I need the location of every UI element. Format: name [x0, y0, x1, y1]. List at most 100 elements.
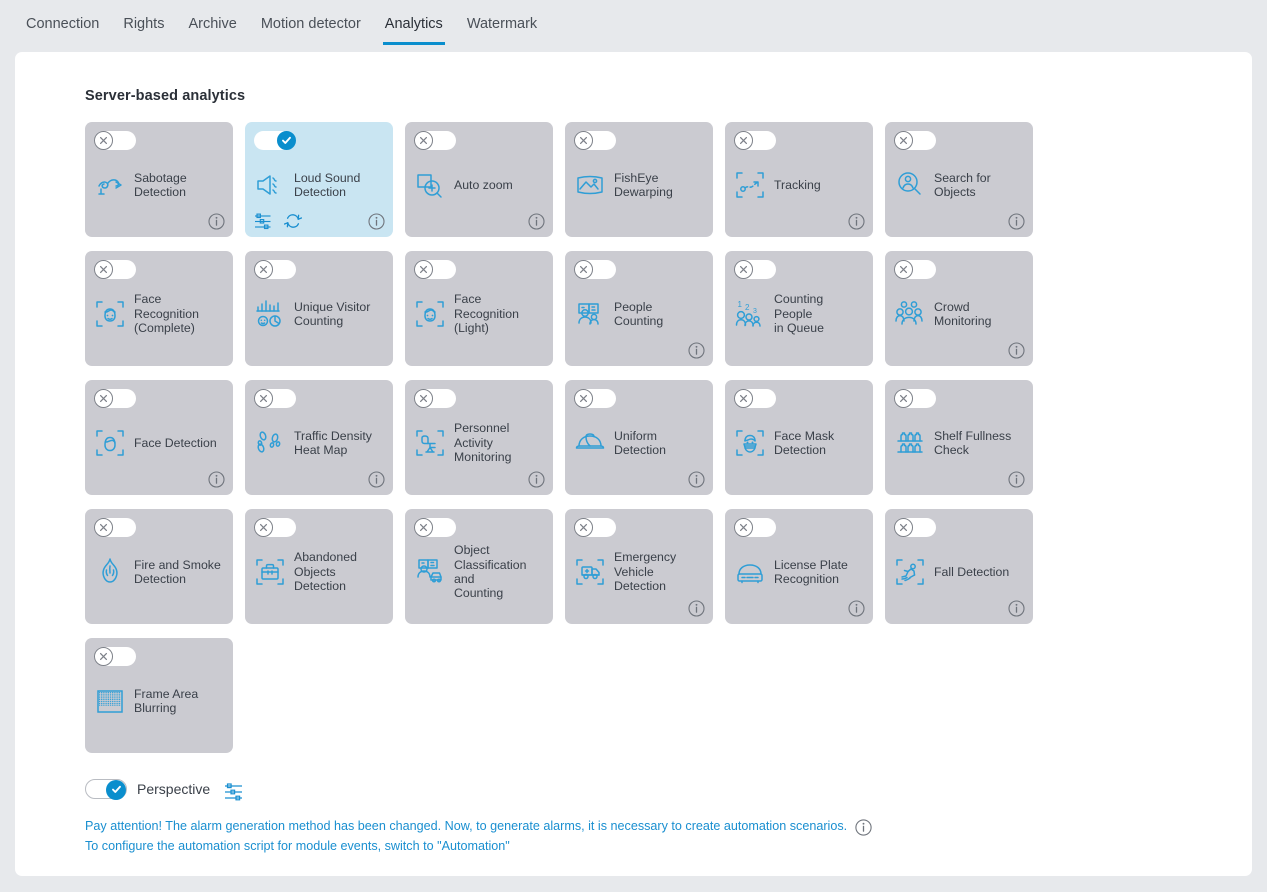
analytics-card-personnel-activity-monitoring[interactable]: Personnel Activity Monitoring	[405, 380, 553, 495]
close-icon	[899, 265, 908, 274]
analytics-card-object-classification-and-counting[interactable]: Object Classification and Counting	[405, 509, 553, 624]
info-icon[interactable]	[208, 470, 225, 488]
toggle-uniform-detection[interactable]	[574, 389, 616, 408]
analytics-card-face-recognition-light[interactable]: Face Recognition (Light)	[405, 251, 553, 366]
tab-rights[interactable]: Rights	[111, 14, 176, 45]
toggle-emergency-vehicle-detection[interactable]	[574, 518, 616, 537]
card-body: Search for Objects	[894, 162, 1024, 208]
card-action-right	[688, 341, 705, 359]
card-label: Face Recognition (Complete)	[134, 292, 199, 336]
info-icon[interactable]	[208, 212, 225, 230]
toggle-people-counting[interactable]	[574, 260, 616, 279]
analytics-card-shelf-fullness-check[interactable]: Shelf Fullness Check	[885, 380, 1033, 495]
analytics-card-fire-and-smoke-detection[interactable]: Fire and Smoke Detection	[85, 509, 233, 624]
toggle-fall-detection[interactable]	[894, 518, 936, 537]
analytics-card-counting-people-in-queue[interactable]: 1 2 3 Counting People in Queue	[725, 251, 873, 366]
close-icon	[99, 652, 108, 661]
card-body: Object Classification and Counting	[414, 543, 544, 600]
info-icon[interactable]	[368, 470, 385, 488]
toggle-traffic-density-heat-map[interactable]	[254, 389, 296, 408]
toggle-fisheye-dewarping[interactable]	[574, 131, 616, 150]
card-actions	[574, 341, 705, 359]
close-icon	[259, 265, 268, 274]
toggle-abandoned-objects-detection[interactable]	[254, 518, 296, 537]
toggle-auto-zoom[interactable]	[414, 131, 456, 150]
info-icon[interactable]	[848, 599, 865, 617]
card-body: Frame Area Blurring	[94, 678, 224, 724]
toggle-face-mask-detection[interactable]	[734, 389, 776, 408]
toggle-search-for-objects[interactable]	[894, 131, 936, 150]
close-icon	[739, 394, 748, 403]
sliders-icon[interactable]	[224, 783, 244, 801]
notice-line-2[interactable]: To configure the automation script for m…	[85, 839, 847, 854]
info-icon[interactable]	[528, 212, 545, 230]
info-icon[interactable]	[855, 819, 872, 836]
analytics-card-face-detection[interactable]: Face Detection	[85, 380, 233, 495]
analytics-card-traffic-density-heat-map[interactable]: Traffic Density Heat Map	[245, 380, 393, 495]
analytics-card-sabotage-detection[interactable]: Sabotage Detection	[85, 122, 233, 237]
object-classification-icon	[414, 556, 446, 588]
analytics-card-fall-detection[interactable]: Fall Detection	[885, 509, 1033, 624]
info-icon[interactable]	[1008, 341, 1025, 359]
toggle-loud-sound-detection[interactable]	[254, 131, 296, 150]
toggle-tracking[interactable]	[734, 131, 776, 150]
toggle-knob	[414, 131, 433, 150]
toggle-frame-area-blurring[interactable]	[94, 647, 136, 666]
analytics-card-fisheye-dewarping[interactable]: FishEye Dewarping	[565, 122, 713, 237]
toggle-knob	[277, 131, 296, 150]
sliders-icon[interactable]	[254, 213, 272, 230]
toggle-object-classification-and-counting[interactable]	[414, 518, 456, 537]
toggle-shelf-fullness-check[interactable]	[894, 389, 936, 408]
toggle-face-detection[interactable]	[94, 389, 136, 408]
toggle-counting-people-in-queue[interactable]	[734, 260, 776, 279]
toggle-sabotage-detection[interactable]	[94, 131, 136, 150]
tab-connection[interactable]: Connection	[14, 14, 111, 45]
analytics-card-license-plate-recognition[interactable]: License Plate Recognition	[725, 509, 873, 624]
analytics-card-uniform-detection[interactable]: Uniform Detection	[565, 380, 713, 495]
analytics-card-tracking[interactable]: Tracking	[725, 122, 873, 237]
analytics-card-face-mask-detection[interactable]: Face Mask Detection	[725, 380, 873, 495]
analytics-card-frame-area-blurring[interactable]: Frame Area Blurring	[85, 638, 233, 753]
toggle-knob	[894, 518, 913, 537]
tab-analytics[interactable]: Analytics	[373, 14, 455, 45]
info-icon[interactable]	[848, 212, 865, 230]
card-label: Counting People in Queue	[774, 292, 824, 336]
crowd-icon	[894, 298, 926, 330]
analytics-card-loud-sound-detection[interactable]: Loud Sound Detection	[245, 122, 393, 237]
card-action-right	[688, 470, 705, 488]
analytics-card-emergency-vehicle-detection[interactable]: Emergency Vehicle Detection	[565, 509, 713, 624]
analytics-card-auto-zoom[interactable]: Auto zoom	[405, 122, 553, 237]
toggle-license-plate-recognition[interactable]	[734, 518, 776, 537]
info-icon[interactable]	[528, 470, 545, 488]
toggle-face-recognition-light[interactable]	[414, 260, 456, 279]
info-icon[interactable]	[688, 599, 705, 617]
info-icon[interactable]	[1008, 470, 1025, 488]
tab-motion-detector[interactable]: Motion detector	[249, 14, 373, 45]
info-icon[interactable]	[1008, 599, 1025, 617]
info-icon[interactable]	[688, 341, 705, 359]
check-icon	[282, 136, 291, 144]
analytics-card-people-counting[interactable]: People Counting	[565, 251, 713, 366]
info-icon[interactable]	[1008, 212, 1025, 230]
toggle-face-recognition-complete[interactable]	[94, 260, 136, 279]
card-label: Search for Objects	[934, 170, 991, 199]
analytics-card-unique-visitor-counting[interactable]: Unique Visitor Counting	[245, 251, 393, 366]
tab-watermark[interactable]: Watermark	[455, 14, 549, 45]
card-action-right	[1008, 470, 1025, 488]
card-action-right	[528, 470, 545, 488]
refresh-icon[interactable]	[284, 212, 302, 230]
perspective-toggle[interactable]	[85, 779, 127, 800]
info-icon[interactable]	[368, 212, 385, 230]
toggle-knob	[734, 518, 753, 537]
top-tab-bar: Connection Rights Archive Motion detector An…	[0, 0, 1267, 46]
tab-archive[interactable]: Archive	[176, 14, 248, 45]
toggle-crowd-monitoring[interactable]	[894, 260, 936, 279]
toggle-personnel-activity-monitoring[interactable]	[414, 389, 456, 408]
toggle-unique-visitor-counting[interactable]	[254, 260, 296, 279]
info-icon[interactable]	[688, 470, 705, 488]
analytics-card-crowd-monitoring[interactable]: Crowd Monitoring	[885, 251, 1033, 366]
analytics-card-search-for-objects[interactable]: Search for Objects	[885, 122, 1033, 237]
analytics-card-face-recognition-complete[interactable]: Face Recognition (Complete)	[85, 251, 233, 366]
toggle-fire-and-smoke-detection[interactable]	[94, 518, 136, 537]
analytics-card-abandoned-objects-detection[interactable]: Abandoned Objects Detection	[245, 509, 393, 624]
